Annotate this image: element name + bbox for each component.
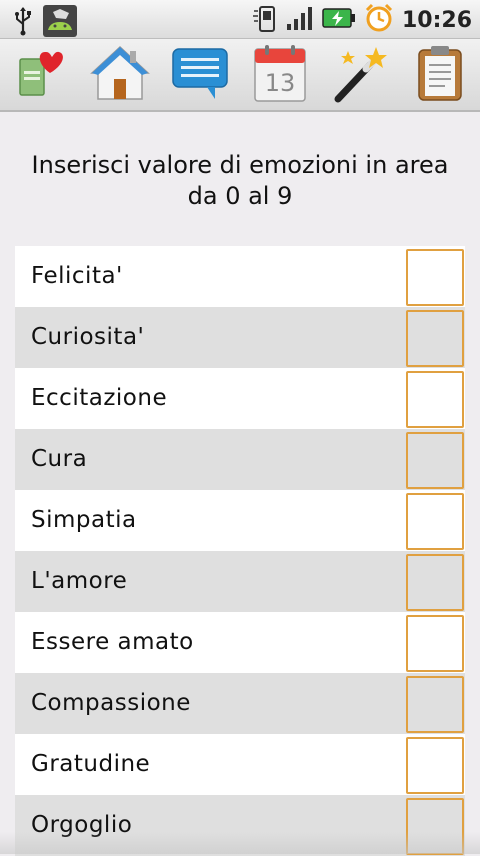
- home-button[interactable]: [87, 42, 153, 108]
- list-item: Cura: [15, 429, 465, 490]
- list-item: Eccitazione: [15, 368, 465, 429]
- emotion-value-input[interactable]: [406, 737, 464, 794]
- home-icon: [90, 43, 150, 107]
- emotion-value-input[interactable]: [406, 249, 464, 306]
- clipboard-button[interactable]: [407, 42, 473, 108]
- emotion-value-input[interactable]: [406, 615, 464, 672]
- emotion-label: L'amore: [31, 568, 128, 594]
- magic-wand-icon: [330, 43, 390, 107]
- emotion-value-input[interactable]: [406, 676, 464, 733]
- signal-bars-icon: [286, 5, 314, 35]
- list-item: L'amore: [15, 551, 465, 612]
- android-debug-icon: [42, 4, 78, 42]
- emotion-label: Curiosita': [31, 324, 145, 350]
- clock-time: 10:26: [401, 7, 472, 33]
- calendar-button[interactable]: 13: [247, 42, 313, 108]
- emotion-value-input[interactable]: [406, 371, 464, 428]
- emotion-label: Essere amato: [31, 629, 194, 655]
- alarm-clock-icon: [364, 3, 394, 37]
- usb-icon: [14, 6, 32, 40]
- emotion-label: Eccitazione: [31, 385, 168, 411]
- clipboard-icon: [417, 44, 463, 106]
- magic-wand-button[interactable]: [327, 42, 393, 108]
- toolbar: 13: [0, 39, 480, 112]
- emotion-label: Gratudine: [31, 751, 151, 777]
- diary-heart-icon: [16, 47, 64, 103]
- calendar-icon: 13: [253, 43, 307, 107]
- list-item: Felicita': [15, 246, 465, 307]
- list-item: Gratudine: [15, 734, 465, 795]
- calendar-day-text: 13: [265, 69, 296, 97]
- diary-heart-button[interactable]: [7, 42, 73, 108]
- emotion-value-input[interactable]: [406, 554, 464, 611]
- speech-bubble-icon: [171, 45, 229, 105]
- instruction-line-2: da 0 al 9: [187, 182, 293, 210]
- emotion-label: Simpatia: [31, 507, 137, 533]
- list-item: Curiosita': [15, 307, 465, 368]
- emotion-list: Felicita' Curiosita' Eccitazione Cura Si…: [15, 246, 465, 856]
- scroll-fade: [0, 832, 480, 854]
- instruction-heading: Inserisci valore di emozioni in area da …: [0, 150, 480, 212]
- emotion-value-input[interactable]: [406, 493, 464, 550]
- instruction-line-1: Inserisci valore di emozioni in area: [31, 151, 449, 179]
- emotion-value-input[interactable]: [406, 432, 464, 489]
- emotion-label: Felicita': [31, 263, 123, 289]
- status-bar: 10:26: [0, 0, 480, 39]
- list-item: Essere amato: [15, 612, 465, 673]
- list-item: Compassione: [15, 673, 465, 734]
- emotion-label: Cura: [31, 446, 88, 472]
- emotion-value-input[interactable]: [406, 310, 464, 367]
- chat-button[interactable]: [167, 42, 233, 108]
- battery-charging-icon: [322, 7, 356, 33]
- phone-signal-icon: [252, 3, 278, 37]
- list-item: Simpatia: [15, 490, 465, 551]
- emotion-label: Compassione: [31, 690, 191, 716]
